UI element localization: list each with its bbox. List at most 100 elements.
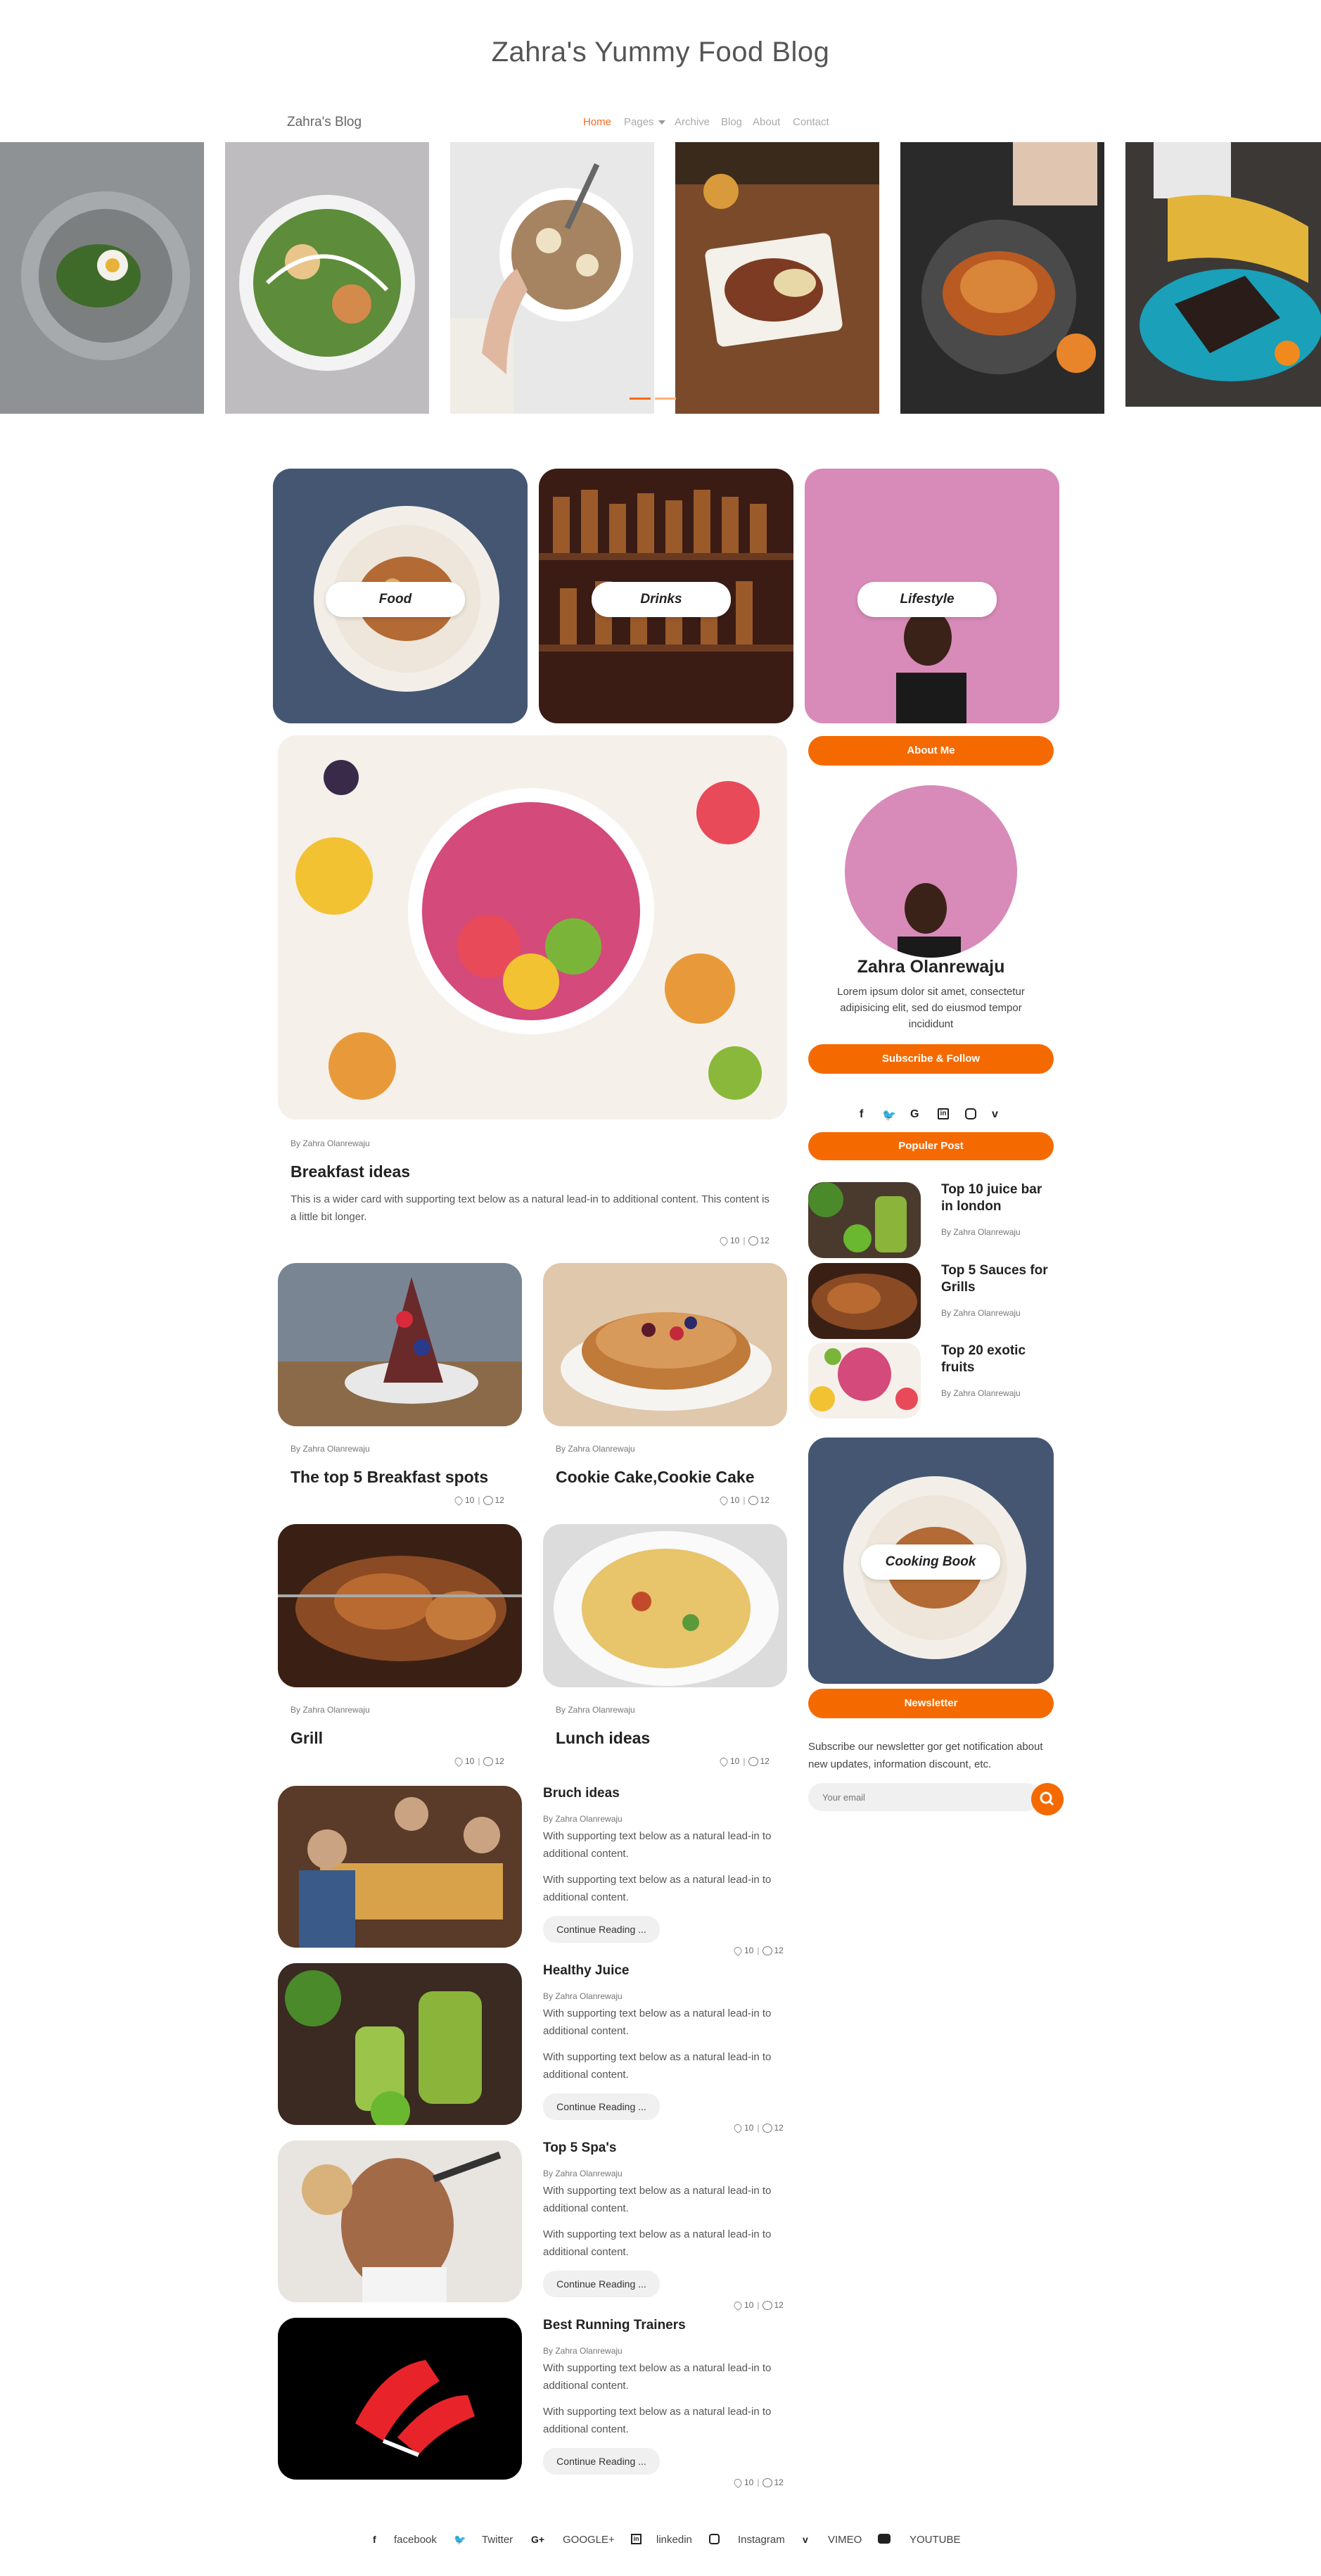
nav-archive[interactable]: Archive (675, 116, 710, 128)
popular-post-image[interactable] (808, 1263, 921, 1339)
featured-post-image[interactable] (278, 735, 787, 1119)
nav-contact[interactable]: Contact (793, 116, 829, 128)
footer-facebook-link[interactable]: facebook (394, 2534, 437, 2546)
category-food-card[interactable]: Food (273, 469, 528, 723)
heart-icon[interactable] (732, 2122, 744, 2133)
google-icon[interactable]: G (910, 1108, 919, 1121)
nav-home[interactable]: Home (583, 116, 611, 128)
category-drinks-card[interactable]: Drinks (539, 469, 793, 723)
comment-count: 12 (774, 2123, 784, 2133)
carousel-slide[interactable] (1125, 142, 1321, 407)
post-title[interactable]: Grill (291, 1729, 323, 1748)
about-me-button[interactable]: About Me (808, 736, 1054, 766)
brand-link[interactable]: Zahra's Blog (287, 115, 362, 130)
roast-chicken-image (900, 142, 1104, 414)
list-post-title[interactable]: Top 5 Spa's (543, 2140, 616, 2156)
nav-pages[interactable]: Pages (624, 116, 665, 128)
twitter-icon[interactable]: 🐦 (882, 1108, 896, 1122)
facebook-icon[interactable]: f (373, 2534, 376, 2545)
comment-icon[interactable] (762, 2123, 773, 2133)
footer-twitter-link[interactable]: Twitter (482, 2534, 513, 2546)
popular-post-title[interactable]: Top 10 juice bar in london (941, 1181, 1054, 1215)
featured-stats: 10 | 12 (718, 1235, 770, 1246)
comment-icon[interactable] (762, 1946, 773, 1955)
carousel-slide[interactable] (675, 142, 879, 414)
post-card-image[interactable] (278, 1263, 522, 1426)
comment-icon[interactable] (748, 1756, 759, 1766)
carousel-slide[interactable] (450, 142, 654, 414)
heart-icon[interactable] (718, 1235, 729, 1246)
heart-icon[interactable] (732, 2299, 744, 2311)
youtube-icon[interactable] (878, 2534, 891, 2544)
heart-icon[interactable] (732, 1945, 744, 1956)
carousel-slide[interactable] (0, 142, 204, 414)
facebook-icon[interactable]: f (860, 1108, 863, 1121)
comment-icon[interactable] (483, 1495, 494, 1505)
post-title[interactable]: The top 5 Breakfast spots (291, 1468, 488, 1487)
vimeo-icon[interactable]: v (803, 2534, 808, 2545)
comment-icon[interactable] (483, 1756, 494, 1766)
comment-icon[interactable] (762, 2300, 773, 2310)
footer-vimeo-link[interactable]: VIMEO (828, 2534, 862, 2546)
footer-google-link[interactable]: GOOGLE+ (563, 2534, 615, 2546)
list-post-image[interactable] (278, 1963, 522, 2125)
heart-icon[interactable] (718, 1756, 729, 1767)
heart-icon[interactable] (453, 1495, 464, 1506)
post-title[interactable]: Cookie Cake,Cookie Cake (556, 1468, 755, 1487)
vimeo-icon[interactable]: v (992, 1108, 998, 1121)
post-stats: 10 | 12 (453, 1495, 504, 1506)
category-lifestyle-label: Lifestyle (857, 582, 997, 617)
heart-icon[interactable] (732, 2477, 744, 2488)
comment-icon[interactable] (762, 2477, 773, 2487)
footer-youtube-link[interactable]: YOUTUBE (910, 2534, 961, 2546)
heart-icon[interactable] (453, 1756, 464, 1767)
post-title[interactable]: Lunch ideas (556, 1729, 650, 1748)
list-post-title[interactable]: Healthy Juice (543, 1963, 630, 1979)
linkedin-icon[interactable]: in (938, 1108, 949, 1119)
post-card-image[interactable] (543, 1263, 787, 1426)
list-post-image[interactable] (278, 1786, 522, 1948)
popular-post-button[interactable]: Populer Post (808, 1132, 1054, 1160)
twitter-icon[interactable]: 🐦 (454, 2534, 466, 2546)
cooking-book-card[interactable]: Cooking Book (808, 1438, 1054, 1684)
comment-icon[interactable] (748, 1236, 759, 1245)
carousel-slide[interactable] (225, 142, 429, 414)
category-lifestyle-card[interactable]: Lifestyle (805, 469, 1059, 723)
comment-icon[interactable] (748, 1495, 759, 1505)
instagram-icon[interactable] (709, 2534, 720, 2544)
comment-count: 12 (774, 2477, 784, 2487)
post-card-image[interactable] (543, 1524, 787, 1687)
popular-post-image[interactable] (808, 1343, 921, 1419)
footer-linkedin-link[interactable]: linkedin (656, 2534, 692, 2546)
carousel-indicator[interactable] (655, 398, 676, 400)
google-plus-icon[interactable]: G+ (531, 2534, 544, 2545)
list-post-title[interactable]: Best Running Trainers (543, 2318, 686, 2333)
heart-icon[interactable] (718, 1495, 729, 1506)
subscribe-follow-button[interactable]: Subscribe & Follow (808, 1044, 1054, 1074)
continue-reading-button[interactable]: Continue Reading ... (543, 1916, 660, 1943)
grill-image (278, 1524, 522, 1687)
post-card-image[interactable] (278, 1524, 522, 1687)
exotic-fruits-image (808, 1343, 921, 1419)
email-input[interactable] (808, 1783, 1040, 1811)
carousel-slide[interactable] (900, 142, 1104, 414)
nav-blog[interactable]: Blog (721, 116, 742, 128)
linkedin-icon[interactable]: in (631, 2534, 642, 2544)
newsletter-button[interactable]: Newsletter (808, 1689, 1054, 1718)
newsletter-submit-button[interactable] (1031, 1783, 1064, 1815)
continue-reading-button[interactable]: Continue Reading ... (543, 2448, 660, 2475)
instagram-icon[interactable] (965, 1108, 976, 1119)
list-post-image[interactable] (278, 2140, 522, 2302)
popular-post-title[interactable]: Top 5 Sauces for Grills (941, 1262, 1054, 1296)
continue-reading-button[interactable]: Continue Reading ... (543, 2093, 660, 2120)
list-post-image[interactable] (278, 2318, 522, 2480)
list-post-author: By Zahra Olanrewaju (543, 2169, 623, 2178)
footer-instagram-link[interactable]: Instagram (738, 2534, 785, 2546)
list-post-title[interactable]: Bruch ideas (543, 1786, 620, 1801)
continue-reading-button[interactable]: Continue Reading ... (543, 2271, 660, 2297)
popular-post-image[interactable] (808, 1182, 921, 1258)
popular-post-title[interactable]: Top 20 exotic fruits (941, 1343, 1054, 1376)
featured-title[interactable]: Breakfast ideas (291, 1162, 410, 1181)
nav-about[interactable]: About (753, 116, 780, 128)
carousel-indicator-active[interactable] (630, 398, 651, 400)
